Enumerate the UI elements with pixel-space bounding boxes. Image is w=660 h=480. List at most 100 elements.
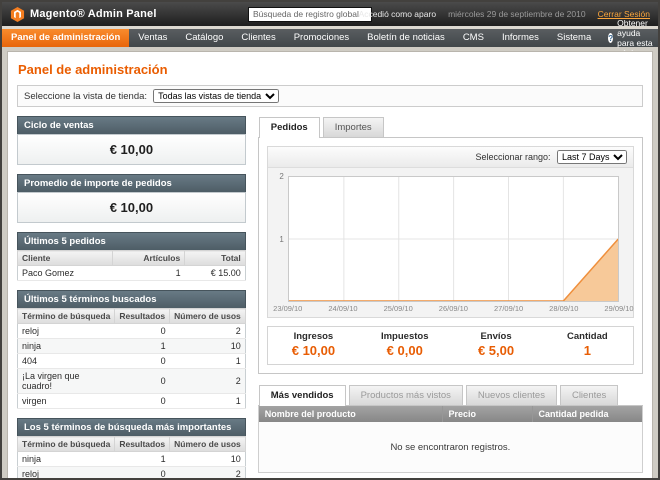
store-view-label: Seleccione la vista de tienda: <box>24 91 147 102</box>
stat-value: 1 <box>544 343 631 358</box>
magento-logo-icon <box>10 7 25 22</box>
results-cell: 0 <box>115 467 170 479</box>
search-term-cell: reloj <box>18 467 115 479</box>
customer-cell: Paco Gomez <box>18 266 113 281</box>
x-tick-label: 24/09/10 <box>328 304 357 313</box>
table-row[interactable]: reloj 0 2 <box>18 324 246 339</box>
x-tick-label: 27/09/10 <box>494 304 523 313</box>
panel-title: Ciclo de ventas <box>17 116 246 134</box>
column-header: Término de búsqueda <box>18 309 115 324</box>
total-cell: € 15.00 <box>185 266 246 281</box>
store-view-select[interactable]: Todas las vistas de tienda <box>153 89 279 103</box>
total-ingresos: Ingresos € 10,00 <box>268 327 359 364</box>
table-row[interactable]: 404 0 1 <box>18 354 246 369</box>
chart-plot <box>288 176 619 302</box>
last-orders-panel: Últimos 5 pedidos Cliente Artículos Tota… <box>17 232 246 281</box>
content-area: Panel de administración Seleccione la vi… <box>2 47 658 478</box>
results-cell: 0 <box>115 354 170 369</box>
results-cell: 1 <box>115 452 170 467</box>
nav-item-cms[interactable]: CMS <box>454 29 493 47</box>
range-select[interactable]: Last 7 Days <box>557 150 627 164</box>
tab-productos-mas-vistos[interactable]: Productos más vistos <box>349 385 463 405</box>
total-impuestos: Impuestos € 0,00 <box>359 327 450 364</box>
header: Magento® Admin Panel Accedió como aparo … <box>2 2 658 26</box>
nav-item-clientes[interactable]: Clientes <box>232 29 284 47</box>
nav-item-dashboard[interactable]: Panel de administración <box>2 29 129 47</box>
stat-label: Ingresos <box>270 331 357 342</box>
nav-item-ventas[interactable]: Ventas <box>129 29 176 47</box>
last-search-panel: Últimos 5 términos buscados Término de b… <box>17 290 246 409</box>
column-header: Cliente <box>18 251 113 266</box>
uses-cell: 2 <box>170 369 246 394</box>
bestsellers-table: Nombre del producto Precio Cantidad pedi… <box>259 406 642 422</box>
chart-area: 21 23/09/1024/09/1025/09/1026/09/1027/09… <box>268 168 633 317</box>
tab-mas-vendidos[interactable]: Más vendidos <box>259 385 346 406</box>
main-nav: Panel de administración Ventas Catálogo … <box>2 29 658 47</box>
chart-container: Seleccionar rango: Last 7 Days 21 <box>267 146 634 318</box>
uses-cell: 10 <box>170 452 246 467</box>
stat-label: Cantidad <box>544 331 631 342</box>
top-search-panel: Los 5 términos de búsqueda más important… <box>17 418 246 478</box>
top-search-table: Término de búsqueda Resultados Número de… <box>17 436 246 478</box>
table-row[interactable]: ¡La virgen que cuadro! 0 2 <box>18 369 246 394</box>
global-search-input[interactable] <box>248 7 372 22</box>
table-row[interactable]: Paco Gomez 1 € 15.00 <box>18 266 246 281</box>
table-row[interactable]: virgen 0 1 <box>18 394 246 409</box>
bestsellers-grid: Nombre del producto Precio Cantidad pedi… <box>258 406 643 473</box>
average-orders-panel: Promedio de importe de pedidos € 10,00 <box>17 174 246 223</box>
tab-importes[interactable]: Importes <box>323 117 384 137</box>
chart-y-labels: 21 <box>272 176 288 302</box>
total-cantidad: Cantidad 1 <box>542 327 633 364</box>
orders-chart <box>289 177 618 301</box>
column-header: Número de usos <box>170 437 246 452</box>
column-header: Número de usos <box>170 309 246 324</box>
panel-title: Los 5 términos de búsqueda más important… <box>17 418 246 436</box>
stat-label: Envíos <box>452 331 539 342</box>
uses-cell: 10 <box>170 339 246 354</box>
table-header-row: Cliente Artículos Total <box>18 251 246 266</box>
nav-item-promociones[interactable]: Promociones <box>285 29 358 47</box>
x-tick-label: 29/09/10 <box>604 304 633 313</box>
nav-item-sistema[interactable]: Sistema <box>548 29 600 47</box>
stat-value: € 5,00 <box>452 343 539 358</box>
nav-item-informes[interactable]: Informes <box>493 29 548 47</box>
logged-in-as: Accedió como aparo <box>359 9 437 19</box>
dashboard-tabs: Pedidos Importes <box>258 116 643 138</box>
page-title: Panel de administración <box>18 62 643 77</box>
column-header: Término de búsqueda <box>18 437 115 452</box>
results-cell: 0 <box>115 394 170 409</box>
nav-item-catalogo[interactable]: Catálogo <box>176 29 232 47</box>
x-tick-label: 25/09/10 <box>384 304 413 313</box>
column-header: Resultados <box>115 309 170 324</box>
search-term-cell: 404 <box>18 354 115 369</box>
column-header: Total <box>185 251 246 266</box>
chart-x-labels: 23/09/1024/09/1025/09/1026/09/1027/09/10… <box>288 302 619 315</box>
totals-row: Ingresos € 10,00 Impuestos € 0,00 Envíos… <box>267 326 634 365</box>
x-tick-label: 28/09/10 <box>549 304 578 313</box>
stat-label: Impuestos <box>361 331 448 342</box>
bestsellers-widget: Más vendidos Productos más vistos Nuevos… <box>258 384 643 473</box>
dashboard-columns: Ciclo de ventas € 10,00 Promedio de impo… <box>17 116 643 478</box>
panel-title: Últimos 5 pedidos <box>17 232 246 250</box>
help-link[interactable]: ? Obtener ayuda para esta página <box>600 29 660 47</box>
right-column: Pedidos Importes Seleccionar rango: Last… <box>258 116 643 473</box>
last-orders-table: Cliente Artículos Total Paco Gomez 1 € 1… <box>17 250 246 281</box>
search-term-cell: reloj <box>18 324 115 339</box>
logo: Magento® Admin Panel <box>10 7 220 22</box>
tab-nuevos-clientes[interactable]: Nuevos clientes <box>466 385 557 405</box>
tab-clientes[interactable]: Clientes <box>560 385 618 405</box>
y-tick-label: 2 <box>279 172 283 181</box>
results-cell: 0 <box>115 369 170 394</box>
column-header: Artículos <box>113 251 185 266</box>
items-cell: 1 <box>113 266 185 281</box>
table-header-row: Término de búsqueda Resultados Número de… <box>18 437 246 452</box>
tab-pedidos[interactable]: Pedidos <box>259 117 320 138</box>
y-tick-label: 1 <box>279 235 283 244</box>
total-envios: Envíos € 5,00 <box>450 327 541 364</box>
left-column: Ciclo de ventas € 10,00 Promedio de impo… <box>17 116 246 478</box>
panel-title: Promedio de importe de pedidos <box>17 174 246 192</box>
table-row[interactable]: ninja 1 10 <box>18 452 246 467</box>
table-row[interactable]: reloj 0 2 <box>18 467 246 479</box>
nav-item-boletin[interactable]: Boletín de noticias <box>358 29 454 47</box>
table-row[interactable]: ninja 1 10 <box>18 339 246 354</box>
